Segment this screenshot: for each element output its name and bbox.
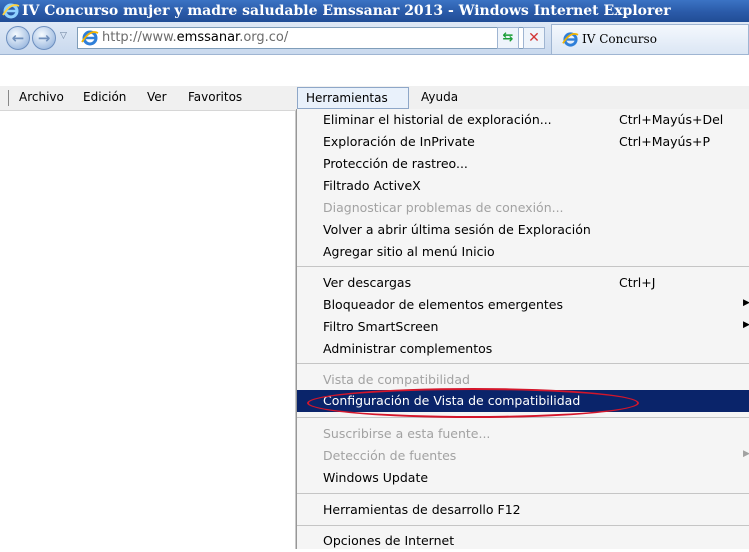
menu-separator (297, 266, 749, 267)
menu-item-developer-tools[interactable]: Herramientas de desarrollo F12 (297, 499, 749, 521)
menu-ayuda[interactable]: Ayuda (421, 90, 458, 104)
ie-icon (2, 2, 20, 22)
highlight-annotation-ellipse (307, 388, 639, 418)
menu-bar-grip[interactable] (8, 90, 9, 106)
menu-item-windows-update[interactable]: Windows Update (297, 467, 749, 489)
page-content-area (0, 111, 296, 549)
menu-item-compatibility-view: Vista de compatibilidad (323, 372, 470, 387)
menu-item-subscribe-feed: Suscribirse a esta fuente... (323, 426, 491, 441)
window-title-bar[interactable]: IV Concurso mujer y madre saludable Emss… (0, 0, 749, 22)
menu-item-feed-discovery: Detección de fuentes ▶ (323, 448, 749, 463)
menu-favoritos[interactable]: Favoritos (188, 90, 242, 104)
submenu-arrow-icon: ▶ (743, 320, 749, 330)
menu-edicion[interactable]: Edición (83, 90, 126, 104)
address-url[interactable]: http://www.emssanar.org.co/ (102, 30, 288, 45)
window-title: IV Concurso mujer y madre saludable Emss… (22, 3, 671, 19)
tab-label: IV Concurso (582, 32, 657, 46)
menu-item-manage-addons[interactable]: Administrar complementos (297, 338, 749, 360)
menu-item-smartscreen[interactable]: Filtro SmartScreen ▶ (297, 316, 749, 338)
menu-ver[interactable]: Ver (147, 90, 167, 104)
menu-item-inprivate[interactable]: Exploración de InPrivate Ctrl+Mayús+P (297, 131, 749, 153)
menu-item-activex-filtering[interactable]: Filtrado ActiveX (297, 175, 749, 197)
menu-item-view-downloads[interactable]: Ver descargas Ctrl+J (297, 272, 749, 294)
compatibility-view-icon: ⇆ (502, 30, 514, 45)
menu-item-reopen-session[interactable]: Volver a abrir última sesión de Explorac… (297, 219, 749, 241)
menu-archivo[interactable]: Archivo (19, 90, 64, 104)
compatibility-view-button[interactable]: ⇆ (497, 27, 519, 49)
submenu-arrow-icon: ▶ (743, 449, 749, 459)
forward-button[interactable]: → (32, 26, 56, 50)
page-ie-icon (81, 29, 99, 50)
navigation-bar: ← → ▽ http://www.emssanar.org.co/ ⚲ ▼ ⇆ … (0, 22, 749, 55)
menu-item-diagnose-connection: Diagnosticar problemas de conexión... (323, 200, 564, 215)
tools-menu: Eliminar el historial de exploración... … (296, 109, 749, 549)
stop-button[interactable]: ✕ (523, 27, 545, 49)
address-bar[interactable]: http://www.emssanar.org.co/ ⚲ ▼ (77, 27, 544, 50)
back-arrow-icon: ← (11, 29, 25, 47)
menu-separator (297, 363, 749, 364)
menu-item-tracking-protection[interactable]: Protección de rastreo... (297, 153, 749, 175)
forward-arrow-icon: → (37, 29, 51, 47)
menu-item-delete-history[interactable]: Eliminar el historial de exploración... … (297, 109, 749, 131)
menu-separator (297, 493, 749, 494)
recent-pages-dropdown-icon[interactable]: ▽ (60, 31, 67, 41)
tab-ie-icon (562, 31, 579, 51)
menu-separator (297, 525, 749, 526)
browser-tab[interactable]: IV Concurso (551, 24, 749, 54)
stop-icon: ✕ (528, 30, 540, 46)
menu-item-popup-blocker[interactable]: Bloqueador de elementos emergentes ▶ (297, 294, 749, 316)
back-button[interactable]: ← (6, 26, 30, 50)
menu-herramientas[interactable]: Herramientas (297, 87, 409, 109)
submenu-arrow-icon: ▶ (743, 298, 749, 308)
menu-item-add-to-start[interactable]: Agregar sitio al menú Inicio (297, 241, 749, 263)
